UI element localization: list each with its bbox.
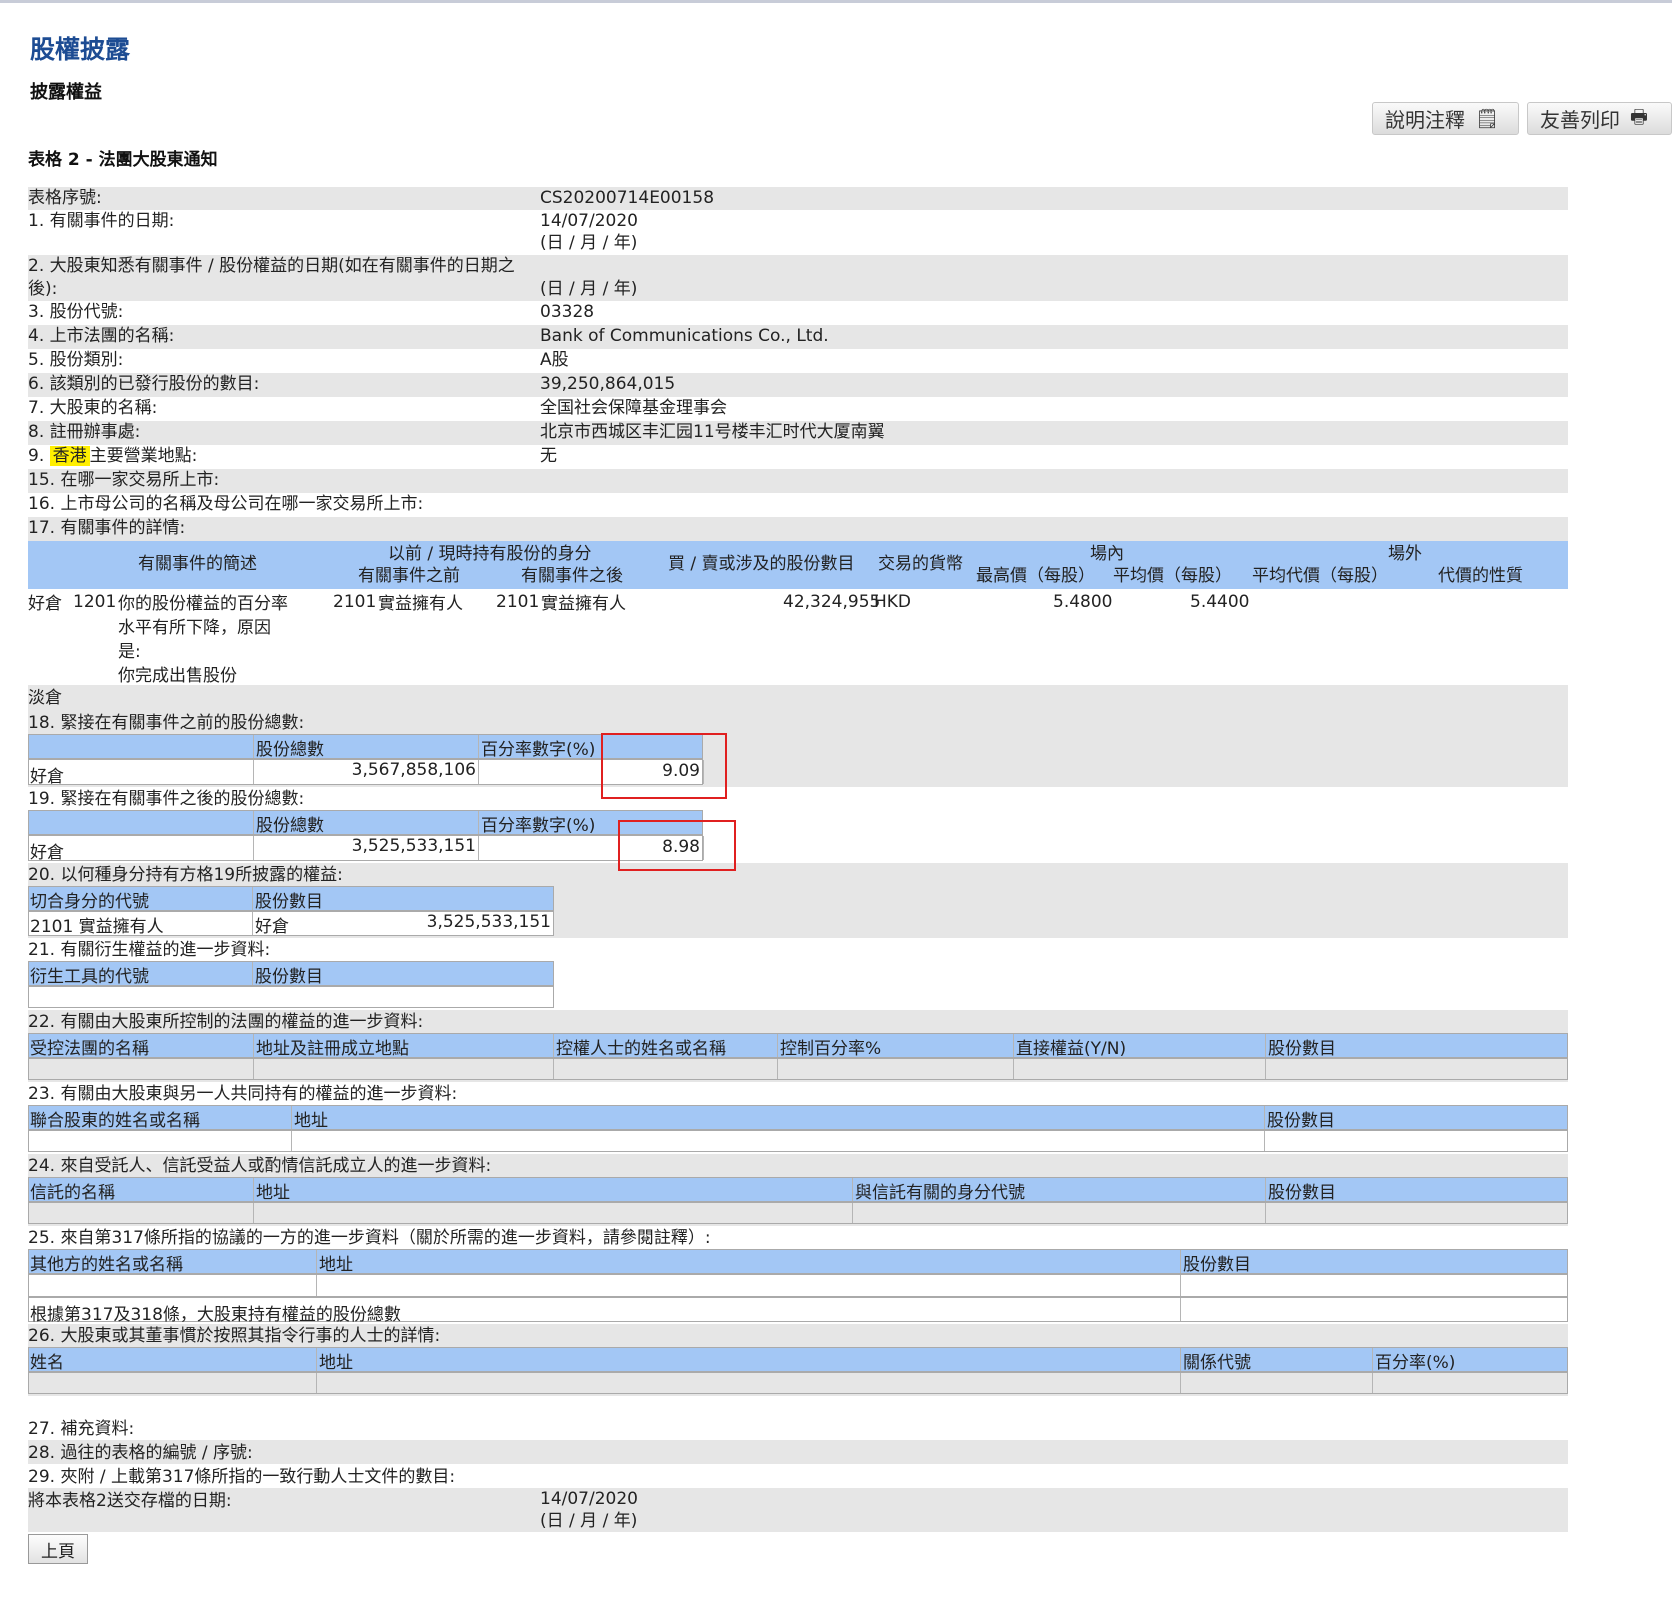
notes-button-label: 說明注釋 bbox=[1385, 108, 1465, 132]
aware-date-row: 2. 大股東知悉有關事件 / 股份權益的日期(如在有關事件的日期之 後): (日… bbox=[28, 255, 1568, 301]
average-price: 5.4400 bbox=[1190, 592, 1250, 612]
back-button[interactable]: 上頁 bbox=[28, 1534, 88, 1564]
print-button-label: 友善列印 bbox=[1540, 108, 1620, 132]
s24-header: 信託的名稱 地址 與信託有關的身分代號 股份數目 bbox=[28, 1177, 1568, 1203]
s22-header: 受控法團的名稱 地址及註冊成立地點 控權人士的姓名或名稱 控制百分率% 直接權益… bbox=[28, 1033, 1568, 1059]
form-number: CS20200714E00158 bbox=[540, 188, 715, 208]
s19-total-shares: 3,525,533,151 bbox=[254, 836, 479, 860]
shareholder-name: 全国社会保障基金理事会 bbox=[540, 398, 727, 418]
shareholder-name-row: 7. 大股東的名稱: 全国社会保障基金理事会 bbox=[28, 398, 727, 418]
s23-header: 聯合股東的姓名或名稱 地址 股份數目 bbox=[28, 1105, 1568, 1131]
issued-shares-row: 6. 該類別的已發行股份的數目: 39,250,864,015 bbox=[28, 373, 1568, 397]
issued-shares: 39,250,864,015 bbox=[540, 374, 676, 394]
event-details-data-row: 好倉 1201 你的股份權益的百分率 水平有所下降，原因 是: 你完成出售股份 … bbox=[28, 592, 1250, 685]
traded-shares: 42,324,955 bbox=[783, 592, 881, 612]
s19-header: 股份總數 百分率數字(%) bbox=[28, 810, 703, 836]
form-title: 表格 2 - 法團大股東通知 bbox=[28, 150, 218, 170]
share-class-row: 5. 股份類別: A股 bbox=[28, 350, 569, 370]
notes-button[interactable]: 說明注釋 🗒 bbox=[1372, 102, 1519, 135]
exchange-row: 15. 在哪一家交易所上市: bbox=[28, 469, 1568, 493]
s22-empty-row bbox=[28, 1058, 1568, 1080]
s25-empty-row bbox=[28, 1274, 1568, 1297]
company-name-row: 4. 上市法團的名稱: Bank of Communications Co., … bbox=[28, 325, 1568, 349]
print-button[interactable]: 友善列印 🖶 bbox=[1527, 102, 1672, 135]
page-title: 股權披露 bbox=[30, 35, 131, 64]
parent-company-row: 16. 上市母公司的名稱及母公司在哪一家交易所上市: bbox=[28, 494, 424, 514]
short-position-row: 淡倉 bbox=[28, 685, 1568, 709]
s20-header: 切合身分的代號 股份數目 bbox=[28, 886, 554, 912]
highlight-hong-kong: 香港 bbox=[49, 446, 90, 466]
filing-date-row: 將本表格2送交存檔的日期: 14/07/2020 (日 / 月 / 年) bbox=[28, 1488, 1568, 1532]
section-28: 28. 過往的表格的編號 / 序號: bbox=[28, 1440, 1568, 1464]
s26-header: 姓名 地址 關係代號 百分率(%) bbox=[28, 1347, 1568, 1373]
notes-icon: 🗒 bbox=[1475, 108, 1500, 130]
event-date-row: 1. 有關事件的日期: 14/07/2020 (日 / 月 / 年) bbox=[28, 211, 638, 253]
highest-price: 5.4800 bbox=[1053, 592, 1113, 612]
business-address-row: 9. 香港 主要營業地點: 无 bbox=[28, 446, 557, 466]
business-address: 无 bbox=[540, 446, 557, 466]
page-subtitle: 披露權益 bbox=[30, 82, 102, 103]
stock-code: 03328 bbox=[540, 302, 595, 322]
registered-office: 北京市西城区丰汇园11号楼丰汇时代大厦南翼 bbox=[540, 422, 885, 442]
s20-row: 2101 實益擁有人 好倉 3,525,533,151 bbox=[28, 911, 554, 937]
annotation-box-after bbox=[618, 820, 736, 871]
section-27: 27. 補充資料: bbox=[28, 1419, 135, 1439]
event-details-header: 有關事件的簡述 以前 / 現時持有股份的身分 有關事件之前 有關事件之後 買 /… bbox=[28, 541, 1568, 589]
s25-total-row: 根據第317及318條，大股東持有權益的股份總數 bbox=[28, 1297, 1568, 1325]
event-date: 14/07/2020 bbox=[540, 211, 638, 231]
share-class: A股 bbox=[540, 350, 569, 370]
section-29: 29. 夾附 / 上載第317條所指的一致行動人士文件的數目: bbox=[28, 1467, 456, 1487]
s23-empty-row bbox=[28, 1130, 1568, 1152]
company-name: Bank of Communications Co., Ltd. bbox=[540, 326, 829, 346]
s26-empty-row bbox=[28, 1372, 1568, 1394]
s20-share-count: 3,525,533,151 bbox=[426, 912, 551, 932]
s18-total-shares: 3,567,858,106 bbox=[254, 760, 479, 784]
s24-empty-row bbox=[28, 1202, 1568, 1224]
annotation-box-before bbox=[601, 733, 727, 799]
s21-header: 衍生工具的代號 股份數目 bbox=[28, 961, 554, 987]
stock-code-row: 3. 股份代號: 03328 bbox=[28, 302, 595, 322]
event-details-row: 17. 有關事件的詳情: bbox=[28, 517, 1568, 541]
form-number-row: 表格序號: CS20200714E00158 bbox=[28, 187, 1568, 210]
filing-date: 14/07/2020 bbox=[540, 1489, 638, 1509]
top-border bbox=[0, 0, 1672, 3]
s25-header: 其他方的姓名或名稱 地址 股份數目 bbox=[28, 1249, 1568, 1275]
printer-icon: 🖶 bbox=[1630, 105, 1648, 128]
s21-empty-row bbox=[28, 986, 554, 1008]
registered-office-row: 8. 註冊辦事處: 北京市西城区丰汇园11号楼丰汇时代大厦南翼 bbox=[28, 421, 1568, 445]
